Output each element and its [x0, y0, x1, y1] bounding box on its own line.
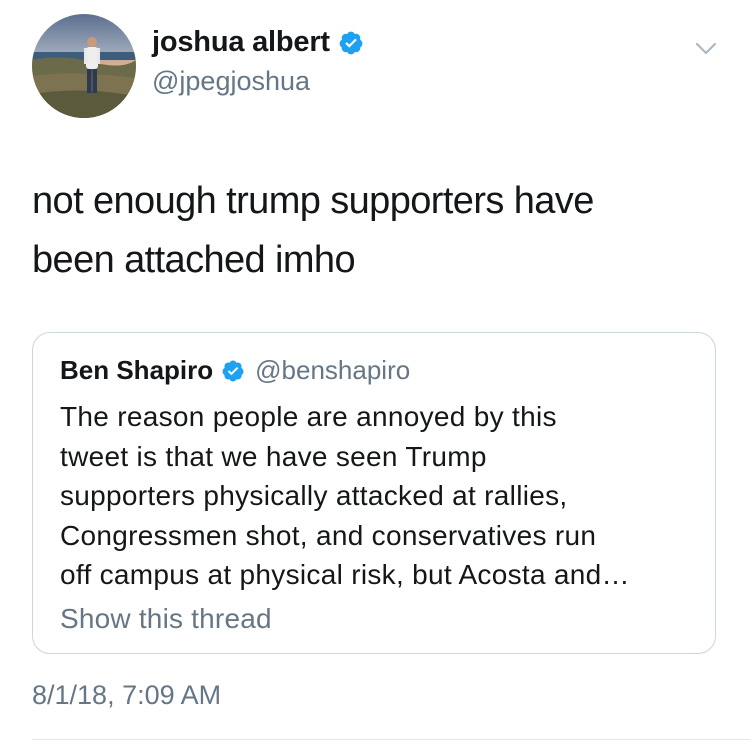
quoted-author-name: Ben Shapiro: [60, 355, 214, 385]
chevron-down-icon[interactable]: [694, 36, 718, 60]
verified-badge-icon: [221, 359, 245, 383]
profile-photo: [32, 14, 136, 118]
author-handle[interactable]: @jpegjoshua: [152, 66, 310, 97]
show-thread-link[interactable]: Show this thread: [60, 603, 272, 635]
avatar[interactable]: [32, 14, 136, 118]
author-name[interactable]: joshua albert: [152, 26, 330, 59]
quoted-author-handle: @benshapiro: [255, 355, 411, 385]
quoted-tweet-header: Ben Shapiro @benshapiro: [60, 355, 410, 386]
verified-badge-icon: [338, 30, 364, 56]
quoted-tweet-card[interactable]: Ben Shapiro @benshapiro The reason peopl…: [32, 332, 716, 654]
divider: [32, 739, 750, 740]
tweet-timestamp[interactable]: 8/1/18, 7:09 AM: [32, 680, 221, 711]
quoted-tweet-text: The reason people are annoyed by this tw…: [60, 401, 630, 590]
tweet-text: not enough trump supporters have been at…: [32, 180, 594, 281]
author-line[interactable]: joshua albert: [152, 26, 364, 59]
